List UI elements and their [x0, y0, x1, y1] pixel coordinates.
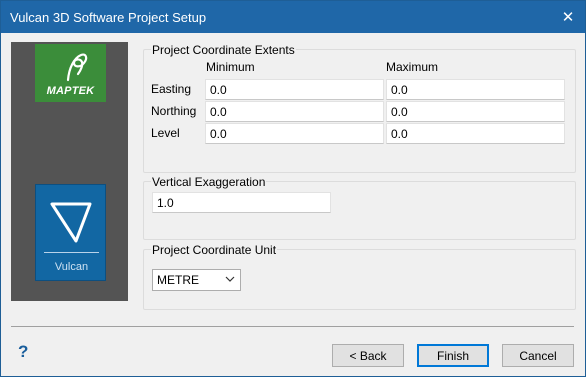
- window-title: Vulcan 3D Software Project Setup: [10, 10, 207, 25]
- extents-legend: Project Coordinate Extents: [151, 43, 296, 57]
- level-min-input[interactable]: 0.0: [205, 123, 384, 144]
- title-bar[interactable]: Vulcan 3D Software Project Setup ✕: [1, 1, 585, 33]
- setup-dialog: Vulcan 3D Software Project Setup ✕ MAPTE…: [0, 0, 586, 377]
- easting-min-input[interactable]: 0.0: [205, 79, 384, 100]
- exaggeration-legend: Vertical Exaggeration: [151, 175, 267, 189]
- vulcan-logo: Vulcan: [35, 184, 106, 281]
- easting-label: Easting: [151, 82, 192, 96]
- coordinate-unit-select[interactable]: METRE: [152, 269, 241, 291]
- footer-separator: [11, 326, 574, 327]
- maximum-header: Maximum: [386, 60, 439, 74]
- close-icon: ✕: [561, 9, 575, 26]
- vulcan-wordmark: Vulcan: [54, 261, 89, 273]
- chevron-down-icon: [225, 276, 235, 282]
- vertical-exaggeration-input[interactable]: 1.0: [152, 192, 331, 213]
- unit-legend: Project Coordinate Unit: [151, 243, 278, 257]
- unit-group: Project Coordinate Unit METRE: [143, 243, 576, 310]
- level-max-input[interactable]: 0.0: [386, 123, 565, 144]
- cancel-button[interactable]: Cancel: [502, 344, 574, 367]
- northing-label: Northing: [151, 104, 197, 118]
- minimum-header: Minimum: [206, 60, 255, 74]
- finish-button[interactable]: Finish: [417, 344, 489, 367]
- maptek-swirl-icon: [66, 53, 88, 82]
- easting-max-input[interactable]: 0.0: [386, 79, 565, 100]
- maptek-wordmark: MAPTEK: [46, 85, 95, 97]
- close-button[interactable]: ✕: [551, 1, 585, 33]
- maptek-logo: MAPTEK: [35, 44, 106, 102]
- level-label: Level: [151, 126, 180, 140]
- extents-group: Project Coordinate Extents Minimum Maxim…: [143, 43, 576, 173]
- branding-panel: MAPTEK Vulcan: [11, 42, 128, 301]
- back-button[interactable]: < Back: [332, 344, 404, 367]
- vulcan-divider: [44, 252, 99, 253]
- coordinate-unit-value: METRE: [157, 273, 199, 287]
- help-icon[interactable]: ?: [18, 342, 28, 362]
- northing-max-input[interactable]: 0.0: [386, 101, 565, 122]
- northing-min-input[interactable]: 0.0: [205, 101, 384, 122]
- vulcan-triangle-icon: [50, 202, 92, 243]
- exaggeration-group: Vertical Exaggeration 1.0: [143, 175, 576, 240]
